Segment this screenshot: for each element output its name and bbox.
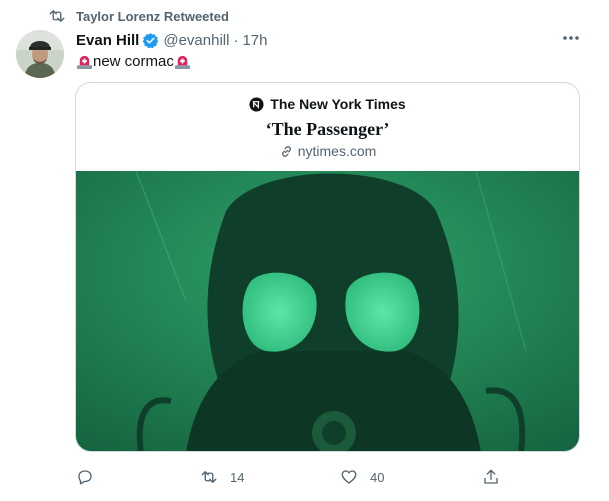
link-icon [281, 145, 291, 157]
heart-icon [341, 470, 357, 484]
retweet-context[interactable]: Taylor Lorenz Retweeted [48, 7, 229, 25]
siren-emoji-icon [76, 55, 93, 69]
card-source: The New York Times [76, 94, 579, 114]
verified-badge-icon [143, 32, 159, 48]
retweet-context-text: Taylor Lorenz Retweeted [76, 8, 229, 24]
link-card[interactable]: The New York Times ‘The Passenger’ nytim… [75, 82, 580, 452]
retweet-icon [201, 471, 217, 483]
reply-button[interactable] [76, 465, 94, 489]
tweet-header: Evan Hill @evanhill · 17h [76, 30, 267, 50]
tweet-text: new cormac [76, 50, 191, 72]
card-domain: nytimes.com [76, 141, 579, 161]
reply-icon [78, 470, 92, 485]
retweet-button[interactable]: 14 [200, 465, 244, 489]
more-icon [563, 36, 579, 40]
card-title: ‘The Passenger’ [265, 119, 390, 139]
like-count: 40 [370, 469, 385, 485]
author-handle[interactable]: @evanhill [163, 32, 229, 49]
retweet-count: 14 [230, 469, 245, 485]
separator-dot: · [233, 31, 239, 49]
more-button[interactable] [557, 28, 585, 48]
nyt-logo-icon [249, 96, 264, 112]
card-source-name: The New York Times [270, 96, 406, 112]
share-button[interactable] [482, 465, 500, 489]
author-name[interactable]: Evan Hill [76, 32, 139, 49]
retweet-icon [49, 10, 65, 22]
card-domain-text: nytimes.com [297, 143, 377, 159]
tweet-text-body: new cormac [93, 52, 174, 70]
siren-emoji-icon [174, 55, 190, 69]
card-image [76, 171, 579, 451]
like-button[interactable]: 40 [340, 465, 384, 489]
tweet-timestamp[interactable]: 17h [242, 32, 267, 49]
tweet-actions: 14 40 [76, 465, 506, 489]
avatar[interactable] [16, 30, 64, 78]
share-icon [484, 469, 498, 484]
